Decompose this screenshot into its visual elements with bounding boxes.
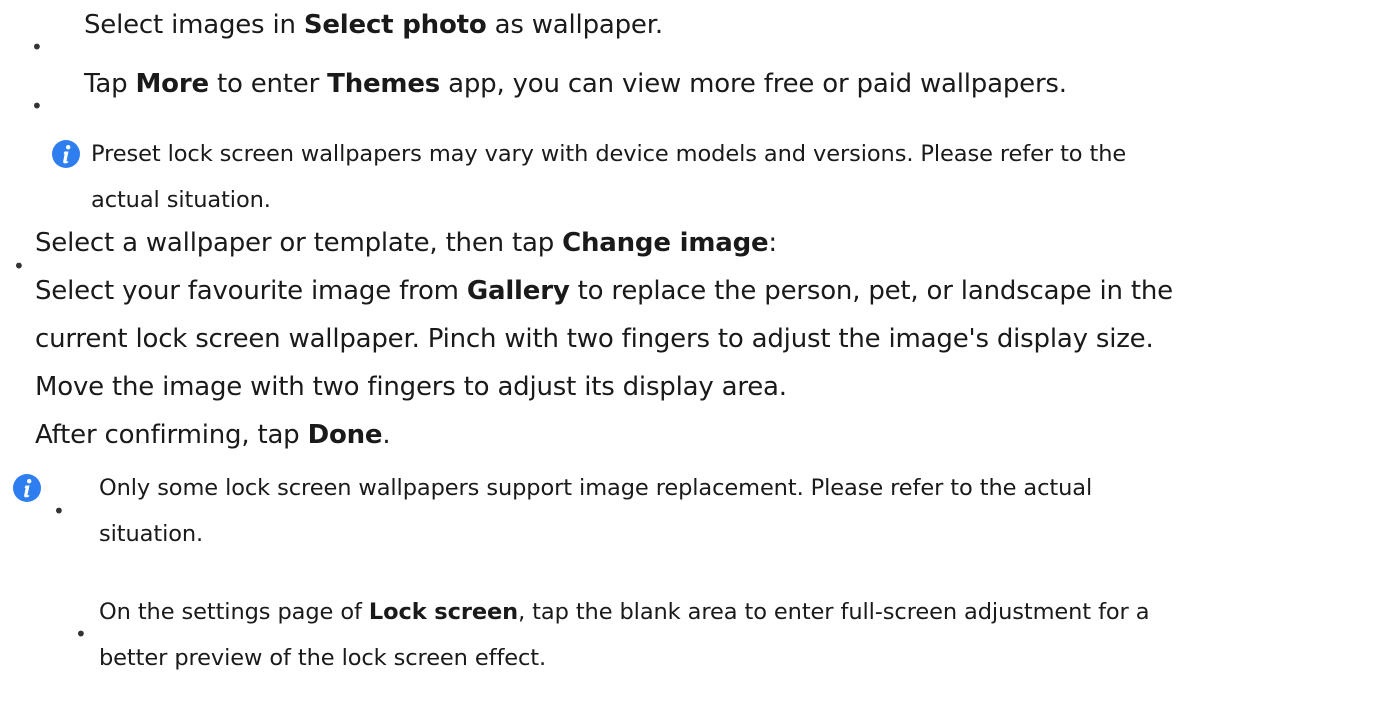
bold-text: Lock screen xyxy=(368,599,519,625)
bold-text: Select photo xyxy=(303,10,487,40)
bullet: • xyxy=(75,622,87,646)
note-text: Preset lock screen wallpapers may vary w… xyxy=(91,141,1127,167)
text: Select a wallpaper or template, then tap xyxy=(35,228,563,258)
text: After confirming, tap xyxy=(35,420,308,450)
section-line: Select a wallpaper or template, then tap… xyxy=(35,228,777,259)
bold-text: Gallery xyxy=(466,276,570,306)
bullet: • xyxy=(31,94,43,118)
note-text: actual situation. xyxy=(91,187,271,213)
text: Select images in xyxy=(84,10,304,40)
info-icon xyxy=(13,474,41,502)
list-item: Select images in Select photo as wallpap… xyxy=(84,10,663,41)
bold-text: Done xyxy=(307,420,383,450)
section-line: current lock screen wallpaper. Pinch wit… xyxy=(35,324,1154,354)
text: as wallpaper. xyxy=(486,10,663,40)
note-text: On the settings page of Lock screen, tap… xyxy=(99,599,1150,626)
section-line: After confirming, tap Done. xyxy=(35,420,391,451)
list-item: Tap More to enter Themes app, you can vi… xyxy=(84,69,1067,100)
section-line: Select your favourite image from Gallery… xyxy=(35,276,1173,307)
bold-text: More xyxy=(135,69,209,99)
text: On the settings page of xyxy=(99,599,369,625)
info-icon xyxy=(52,140,80,168)
bold-text: Change image xyxy=(562,228,769,258)
bold-text: Themes xyxy=(327,69,441,99)
text: : xyxy=(768,228,777,258)
text: , tap the blank area to enter full-scree… xyxy=(518,599,1150,625)
bullet: • xyxy=(13,254,25,278)
bullet: • xyxy=(31,35,43,59)
text: app, you can view more free or paid wall… xyxy=(440,69,1067,99)
section-line: Move the image with two fingers to adjus… xyxy=(35,372,787,402)
note-text: better preview of the lock screen effect… xyxy=(99,645,547,671)
text: . xyxy=(382,420,391,450)
text: Select your favourite image from xyxy=(35,276,467,306)
bullet: • xyxy=(53,499,65,523)
text: to replace the person, pet, or landscape… xyxy=(569,276,1173,306)
note-text: Only some lock screen wallpapers support… xyxy=(99,475,1093,501)
text: to enter xyxy=(208,69,328,99)
text: Tap xyxy=(84,69,136,99)
note-text: situation. xyxy=(99,521,204,547)
